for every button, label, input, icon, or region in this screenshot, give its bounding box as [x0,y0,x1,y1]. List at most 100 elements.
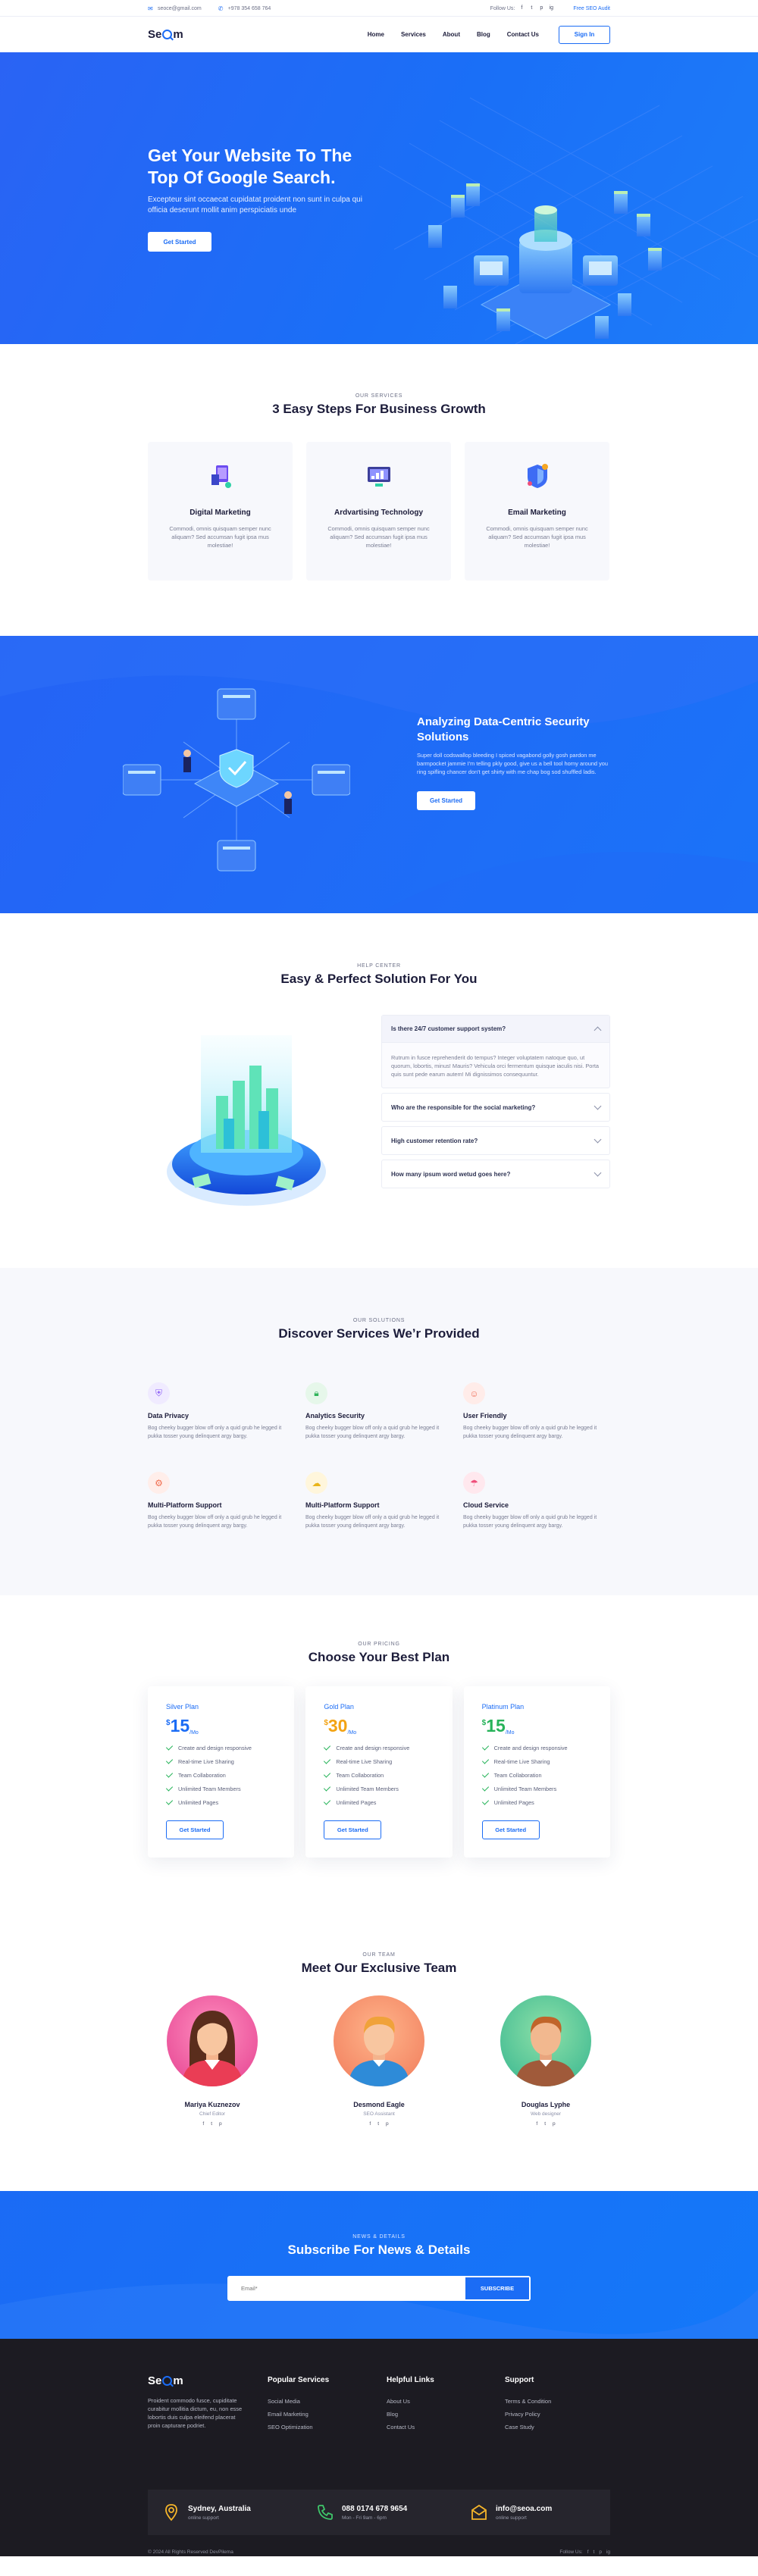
nav-home[interactable]: Home [368,31,384,38]
solution-title: Data Privacy [148,1412,190,1419]
chevron-down-icon[interactable] [594,1135,602,1144]
pricing-section: OUR PRICING Choose Your Best Plan Silver… [0,1595,758,1914]
chevron-down-icon[interactable] [594,1102,602,1110]
email-input[interactable] [229,2277,465,2299]
solution-analytics-security[interactable]: 🔒︎ Analytics Security Bog cheeky bugger … [305,1382,463,1441]
member-role: SEO Assistant [363,2111,395,2117]
solutions-title: Discover Services We’r Provided [278,1326,480,1341]
gear-icon: ⚙ [148,1472,170,1494]
twitter-icon[interactable]: t [528,5,534,11]
team-eyebrow: OUR TEAM [362,1952,396,1958]
facebook-icon[interactable]: f [369,2121,371,2127]
facebook-icon[interactable]: f [202,2121,204,2127]
pinterest-icon[interactable]: p [386,2121,389,2127]
hero-get-started-button[interactable]: Get Started [148,232,211,252]
footer-link[interactable]: Social Media [268,2395,387,2408]
pinterest-icon[interactable]: p [538,5,544,11]
gold-get-started-button[interactable]: Get Started [324,1820,382,1839]
nav-contact[interactable]: Contact Us [507,31,539,38]
faq-question[interactable]: Is there 24/7 customer support system? [382,1016,609,1043]
chevron-down-icon[interactable] [594,1169,602,1177]
solution-title: Cloud Service [463,1501,509,1509]
silver-get-started-button[interactable]: Get Started [166,1820,224,1839]
facebook-icon[interactable]: f [518,5,525,11]
footer-link[interactable]: Contact Us [387,2421,505,2434]
solution-title: Multi-Platform Support [148,1501,222,1509]
subscribe-title: Subscribe For News & Details [287,2243,471,2257]
footer-link[interactable]: Privacy Policy [505,2408,610,2421]
faq-item[interactable]: Is there 24/7 customer support system? R… [381,1015,610,1088]
solution-multi-platform-2[interactable]: ☁ Multi-Platform Support Bog cheeky bugg… [305,1472,463,1530]
footer-link[interactable]: Email Marketing [268,2408,387,2421]
pinterest-icon[interactable]: p [599,2549,602,2555]
platinum-get-started-button[interactable]: Get Started [481,1820,540,1839]
solution-cloud-service[interactable]: ☂ Cloud Service Bog cheeky bugger blow o… [463,1472,610,1530]
subscribe-button[interactable]: SUBSCRIBE [465,2277,529,2299]
faq-question[interactable]: High customer retention rate? [391,1127,602,1154]
check-icon [481,1798,489,1805]
faq-question[interactable]: Who are the responsible for the social m… [391,1094,602,1121]
footer-logo[interactable]: Se m [148,2374,268,2387]
plan-name: Silver Plan [166,1703,199,1711]
twitter-icon[interactable]: t [544,2121,546,2127]
shield-icon: ⛨ [148,1382,170,1404]
step-card-text: Commodi, omnis quisquam semper nunc aliq… [327,525,430,549]
solution-text: Bog cheeky bugger blow off only a quid g… [305,1426,440,1439]
faq-item[interactable]: How many ipsum word wetud goes here? [381,1160,610,1188]
nav-about[interactable]: About [443,31,460,38]
logo-text-end: m [173,2374,183,2387]
step-card-digital-marketing[interactable]: Digital Marketing Commodi, omnis quisqua… [148,442,293,581]
nav-services[interactable]: Services [401,31,426,38]
solution-title: Multi-Platform Support [305,1501,380,1509]
solution-data-privacy[interactable]: ⛨ Data Privacy Bog cheeky bugger blow of… [148,1382,305,1441]
nav-blog[interactable]: Blog [477,31,490,38]
security-get-started-button[interactable]: Get Started [417,791,475,810]
footer-link[interactable]: About Us [387,2395,505,2408]
price-amount: 15 [170,1716,190,1736]
facebook-icon[interactable]: f [587,2549,589,2555]
hero-text: Excepteur sint occaecat cupidatat proide… [148,196,362,214]
advertising-icon [367,467,390,487]
twitter-icon[interactable]: t [377,2121,379,2127]
twitter-icon[interactable]: t [594,2549,595,2555]
pinterest-icon[interactable]: p [553,2121,556,2127]
plan-feature: Team Collaboration [481,1770,610,1779]
phone-icon: ✆ [218,5,224,12]
pinterest-icon[interactable]: p [219,2121,222,2127]
topbar-phone[interactable]: ✆ +978 354 658 764 [218,5,271,12]
team-member[interactable]: Mariya Kuznezov Chief Editor f t p [167,1995,258,2127]
faq-question-text: Is there 24/7 customer support system? [391,1025,506,1032]
instagram-icon[interactable]: ig [548,5,554,11]
step-card-advertising-technology[interactable]: Ardvartising Technology Commodi, omnis q… [306,442,451,581]
chevron-up-icon[interactable] [594,1026,602,1034]
feature-text: Real-time Live Sharing [336,1758,393,1765]
faq-question[interactable]: How many ipsum word wetud goes here? [391,1160,602,1188]
check-icon [481,1784,489,1792]
footer-link[interactable]: Terms & Condition [505,2395,610,2408]
footer-link[interactable]: Case Study [505,2421,610,2434]
team-member[interactable]: Douglas Lyphe Web designer f t p [500,1995,591,2127]
avatar [500,1995,591,2086]
sign-in-button[interactable]: Sign In [559,25,610,44]
solution-multi-platform[interactable]: ⚙ Multi-Platform Support Bog cheeky bugg… [148,1472,305,1530]
team-member[interactable]: Desmond Eagle SEO Assistant ft p [334,1995,424,2127]
footer-link[interactable]: SEO Optimization [268,2421,387,2434]
faq-item[interactable]: Who are the responsible for the social m… [381,1093,610,1122]
free-audit-link[interactable]: Free SEO Audit [573,6,610,11]
pricing-title: Choose Your Best Plan [308,1650,450,1664]
subscribe-form: SUBSCRIBE [227,2276,531,2301]
plan-price: $15/Mo [166,1717,294,1738]
faq-answer: Rutrum in fusce reprehenderit do tempus?… [391,1054,599,1078]
plan-card-gold: Gold Plan $30/Mo Create and design respo… [305,1686,453,1858]
facebook-icon[interactable]: f [536,2121,537,2127]
solution-user-friendly[interactable]: ☺ User Friendly Bog cheeky bugger blow o… [463,1382,610,1441]
step-card-email-marketing[interactable]: Email Marketing Commodi, omnis quisquam … [465,442,609,581]
footer-link[interactable]: Blog [387,2408,505,2421]
twitter-icon[interactable]: t [211,2121,212,2127]
topbar-email[interactable]: ✉ seoce@gmail.com [148,5,202,12]
faq-item[interactable]: High customer retention rate? [381,1126,610,1155]
price-amount: 30 [327,1716,348,1736]
logo[interactable]: Se m [148,28,183,41]
instagram-icon[interactable]: ig [606,2549,610,2555]
plan-feature: Create and design responsive [165,1743,294,1751]
